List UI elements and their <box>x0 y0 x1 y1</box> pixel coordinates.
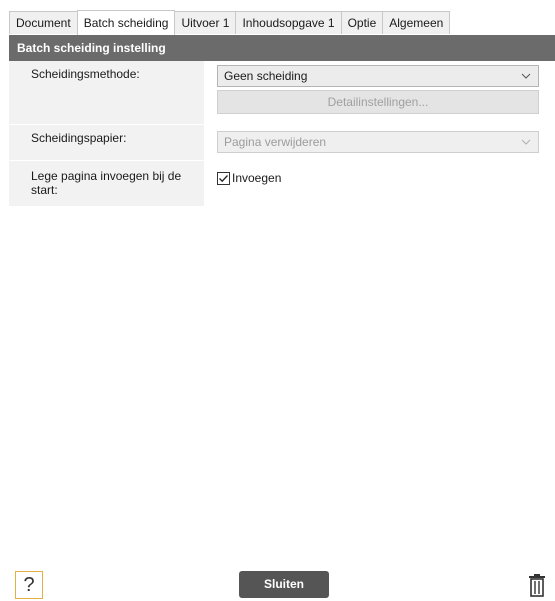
settings-panel: Batch scheiding instelling Scheidingsmet… <box>9 35 555 601</box>
tab-inhoudsopgave-1[interactable]: Inhoudsopgave 1 <box>235 11 342 34</box>
chevron-down-icon <box>521 139 531 145</box>
chevron-down-icon <box>521 73 531 79</box>
checkmark-icon <box>219 174 228 182</box>
insert-checkbox[interactable] <box>217 171 230 185</box>
row-separation-paper: Scheidingspapier: Pagina verwijderen <box>9 125 555 161</box>
separation-paper-controls: Pagina verwijderen <box>204 125 555 160</box>
separation-method-select[interactable]: Geen scheiding <box>217 65 539 87</box>
separation-paper-label: Scheidingspapier: <box>31 131 127 145</box>
tab-bar: Document Batch scheiding Uitvoer 1 Inhou… <box>9 10 555 36</box>
separation-method-controls: Geen scheiding Detailinstellingen... <box>204 61 555 124</box>
tab-batch-scheiding[interactable]: Batch scheiding <box>76 10 176 35</box>
insert-checkbox-label: Invoegen <box>232 171 282 185</box>
tab-document[interactable]: Document <box>9 11 78 34</box>
row-blank-page: Lege pagina invoegen bij de start: Invoe… <box>9 161 555 207</box>
close-button[interactable]: Sluiten <box>239 571 329 598</box>
separation-paper-value: Pagina verwijderen <box>224 135 327 149</box>
help-button[interactable]: ? <box>15 571 43 599</box>
blank-page-label: Lege pagina invoegen bij de start: <box>31 169 182 197</box>
separation-paper-select[interactable]: Pagina verwijderen <box>217 131 539 153</box>
separation-method-value: Geen scheiding <box>224 69 308 83</box>
trash-icon[interactable] <box>528 573 546 597</box>
section-header: Batch scheiding instelling <box>9 35 555 61</box>
separation-method-label: Scheidingsmethode: <box>31 67 140 81</box>
question-icon: ? <box>23 574 35 596</box>
blank-page-controls: Invoegen <box>204 161 555 206</box>
insert-checkbox-row[interactable]: Invoegen <box>217 171 539 185</box>
tab-algemeen[interactable]: Algemeen <box>382 11 451 34</box>
row-separation-method: Scheidingsmethode: Geen scheiding Detail… <box>9 61 555 125</box>
tab-uitvoer-1[interactable]: Uitvoer 1 <box>174 11 237 34</box>
detail-settings-button[interactable]: Detailinstellingen... <box>217 90 539 114</box>
tab-optie[interactable]: Optie <box>340 11 384 34</box>
